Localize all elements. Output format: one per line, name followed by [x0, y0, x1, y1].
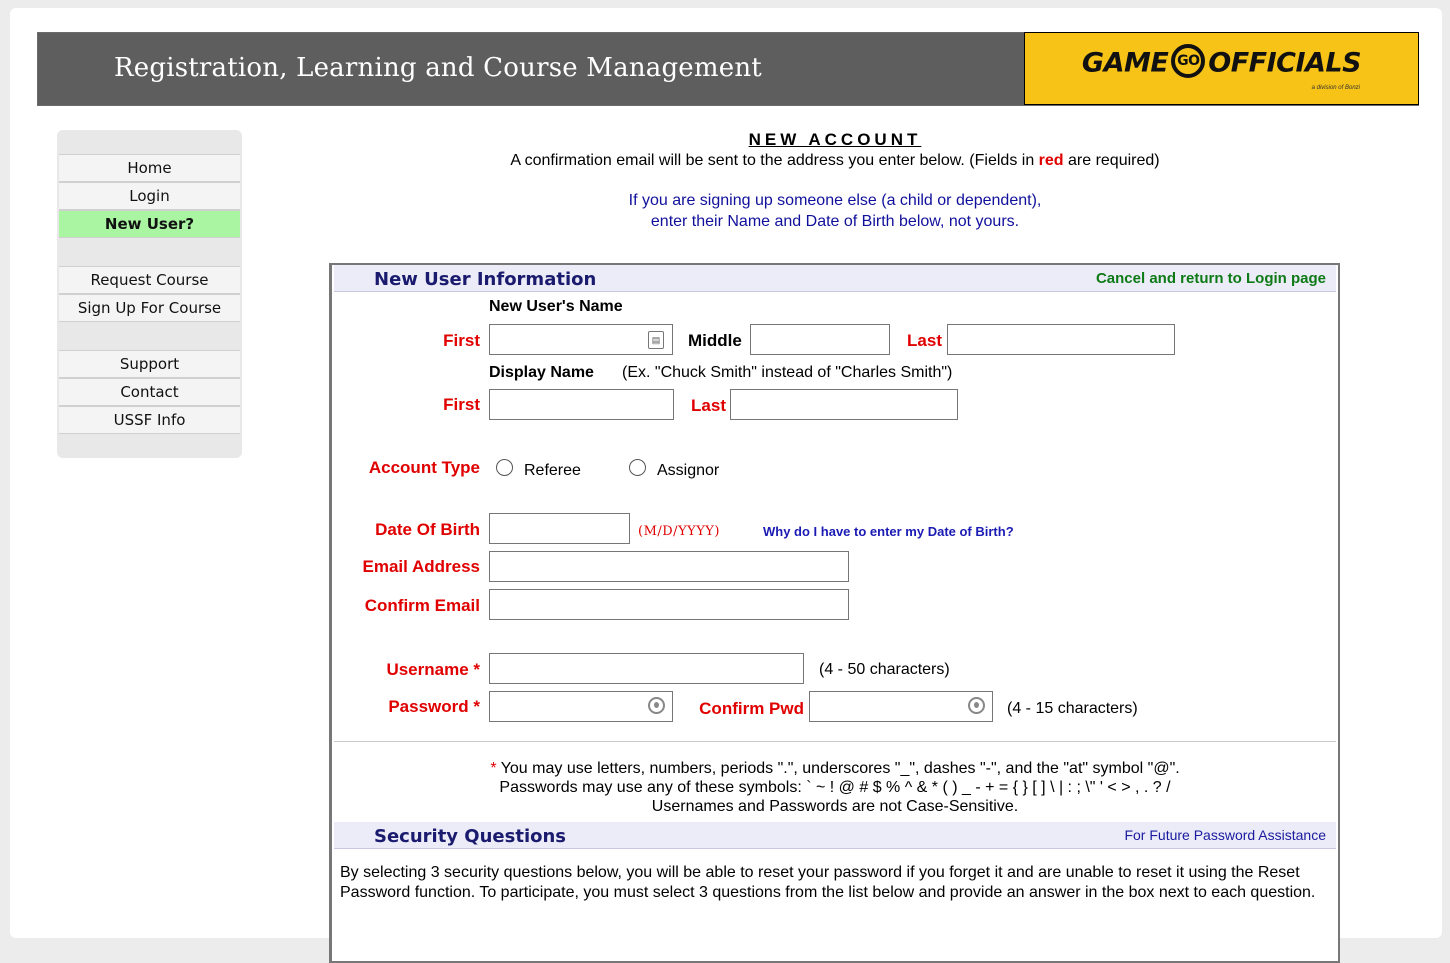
- confirm-password-input[interactable]: [809, 691, 993, 722]
- confirmation-note: A confirmation email will be sent to the…: [330, 152, 1340, 170]
- site-header: Registration, Learning and Course Manage…: [37, 32, 1419, 106]
- display-last-input[interactable]: [730, 389, 958, 420]
- last-name-label: Last: [907, 331, 942, 350]
- logo-left-text: GAME: [1081, 47, 1169, 79]
- whistle-icon: GO: [1171, 44, 1206, 78]
- sidebar-item-login[interactable]: Login: [59, 182, 240, 210]
- security-section-title: Security Questions: [374, 826, 567, 847]
- sidebar-item-sign-up-for-course[interactable]: Sign Up For Course: [59, 294, 240, 322]
- password-label: Password *: [388, 697, 480, 716]
- dob-format-hint: (M/D/YYYY): [638, 524, 720, 539]
- credentials-note-line1: * You may use letters, numbers, periods …: [332, 759, 1338, 778]
- password-input[interactable]: [489, 691, 673, 722]
- confirm-password-label: Confirm Pwd: [699, 699, 804, 718]
- confirm-password-reveal-icon[interactable]: [968, 697, 985, 714]
- confirmation-note-post: are required): [1063, 152, 1160, 169]
- credentials-note-line2: Passwords may use any of these symbols: …: [499, 779, 1171, 796]
- contact-card-icon: ▤: [648, 331, 664, 349]
- site-title: Registration, Learning and Course Manage…: [114, 53, 762, 83]
- assignor-radio[interactable]: [629, 459, 646, 476]
- display-name-heading: Display Name: [489, 364, 594, 381]
- sidebar-item-support[interactable]: Support: [59, 350, 240, 378]
- section-title: New User Information: [374, 269, 597, 290]
- security-explanation: By selecting 3 security questions below,…: [340, 864, 1316, 901]
- referee-label: Referee: [524, 462, 581, 479]
- logo-wordmark: GAME GO OFFICIALS: [1025, 44, 1418, 81]
- sidebar-item-new-user[interactable]: New User?: [59, 210, 240, 238]
- sidebar-nav: Home Login New User? Request Course Sign…: [57, 130, 242, 458]
- dob-label: Date Of Birth: [375, 520, 480, 539]
- confirm-email-label: Confirm Email: [364, 596, 480, 615]
- display-first-label: First: [443, 395, 480, 414]
- dependent-note-line1: If you are signing up someone else (a ch…: [628, 192, 1042, 209]
- first-name-input[interactable]: ▤: [489, 324, 673, 355]
- sidebar-item-contact[interactable]: Contact: [59, 378, 240, 406]
- username-hint: (4 - 50 characters): [819, 661, 950, 678]
- credentials-note-line3: Usernames and Passwords are not Case-Sen…: [651, 798, 1019, 815]
- new-user-form: New User Information Cancel and return t…: [329, 263, 1340, 963]
- first-name-label: First: [443, 331, 480, 350]
- page-title: NEW ACCOUNT: [748, 130, 922, 149]
- sidebar-item-request-course[interactable]: Request Course: [59, 266, 240, 294]
- sidebar-item-ussf-info[interactable]: USSF Info: [59, 406, 240, 434]
- logo-subtitle: a division of Bonzi: [1311, 85, 1360, 91]
- username-input[interactable]: [489, 653, 804, 684]
- brand-logo[interactable]: GAME GO OFFICIALS a division of Bonzi: [1024, 32, 1419, 105]
- last-name-input[interactable]: [947, 324, 1175, 355]
- dob-why-link[interactable]: Why do I have to enter my Date of Birth?: [763, 524, 1014, 539]
- assignor-label: Assignor: [657, 462, 720, 479]
- security-section-note: For Future Password Assistance: [1124, 827, 1326, 843]
- account-type-label: Account Type: [368, 458, 480, 477]
- middle-name-label: Middle: [688, 331, 742, 350]
- required-word: red: [1038, 152, 1064, 169]
- display-last-label: Last: [691, 396, 726, 415]
- note-line1-text: You may use letters, numbers, periods ".…: [496, 760, 1180, 777]
- dependent-note-line2: enter their Name and Date of Birth below…: [650, 213, 1020, 230]
- name-heading: New User's Name: [489, 298, 623, 315]
- middle-name-input[interactable]: [750, 324, 890, 355]
- cancel-link[interactable]: Cancel and return to Login page: [1096, 270, 1326, 287]
- display-name-example: (Ex. "Chuck Smith" instead of "Charles S…: [622, 364, 953, 381]
- new-user-info-header: New User Information Cancel and return t…: [334, 265, 1336, 292]
- section-divider: [334, 741, 1336, 742]
- email-label: Email Address: [362, 557, 480, 576]
- referee-radio[interactable]: [496, 459, 513, 476]
- confirmation-note-pre: A confirmation email will be sent to the…: [510, 152, 1039, 169]
- security-questions-header: Security Questions For Future Password A…: [334, 822, 1336, 849]
- username-label: Username *: [386, 660, 480, 679]
- sidebar-item-home[interactable]: Home: [59, 154, 240, 182]
- confirm-email-input[interactable]: [489, 589, 849, 620]
- password-hint: (4 - 15 characters): [1007, 700, 1138, 717]
- email-input[interactable]: [489, 551, 849, 582]
- logo-right-text: OFFICIALS: [1208, 47, 1362, 79]
- password-reveal-icon[interactable]: [648, 697, 665, 714]
- dob-input[interactable]: [489, 513, 630, 544]
- display-first-input[interactable]: [489, 389, 674, 420]
